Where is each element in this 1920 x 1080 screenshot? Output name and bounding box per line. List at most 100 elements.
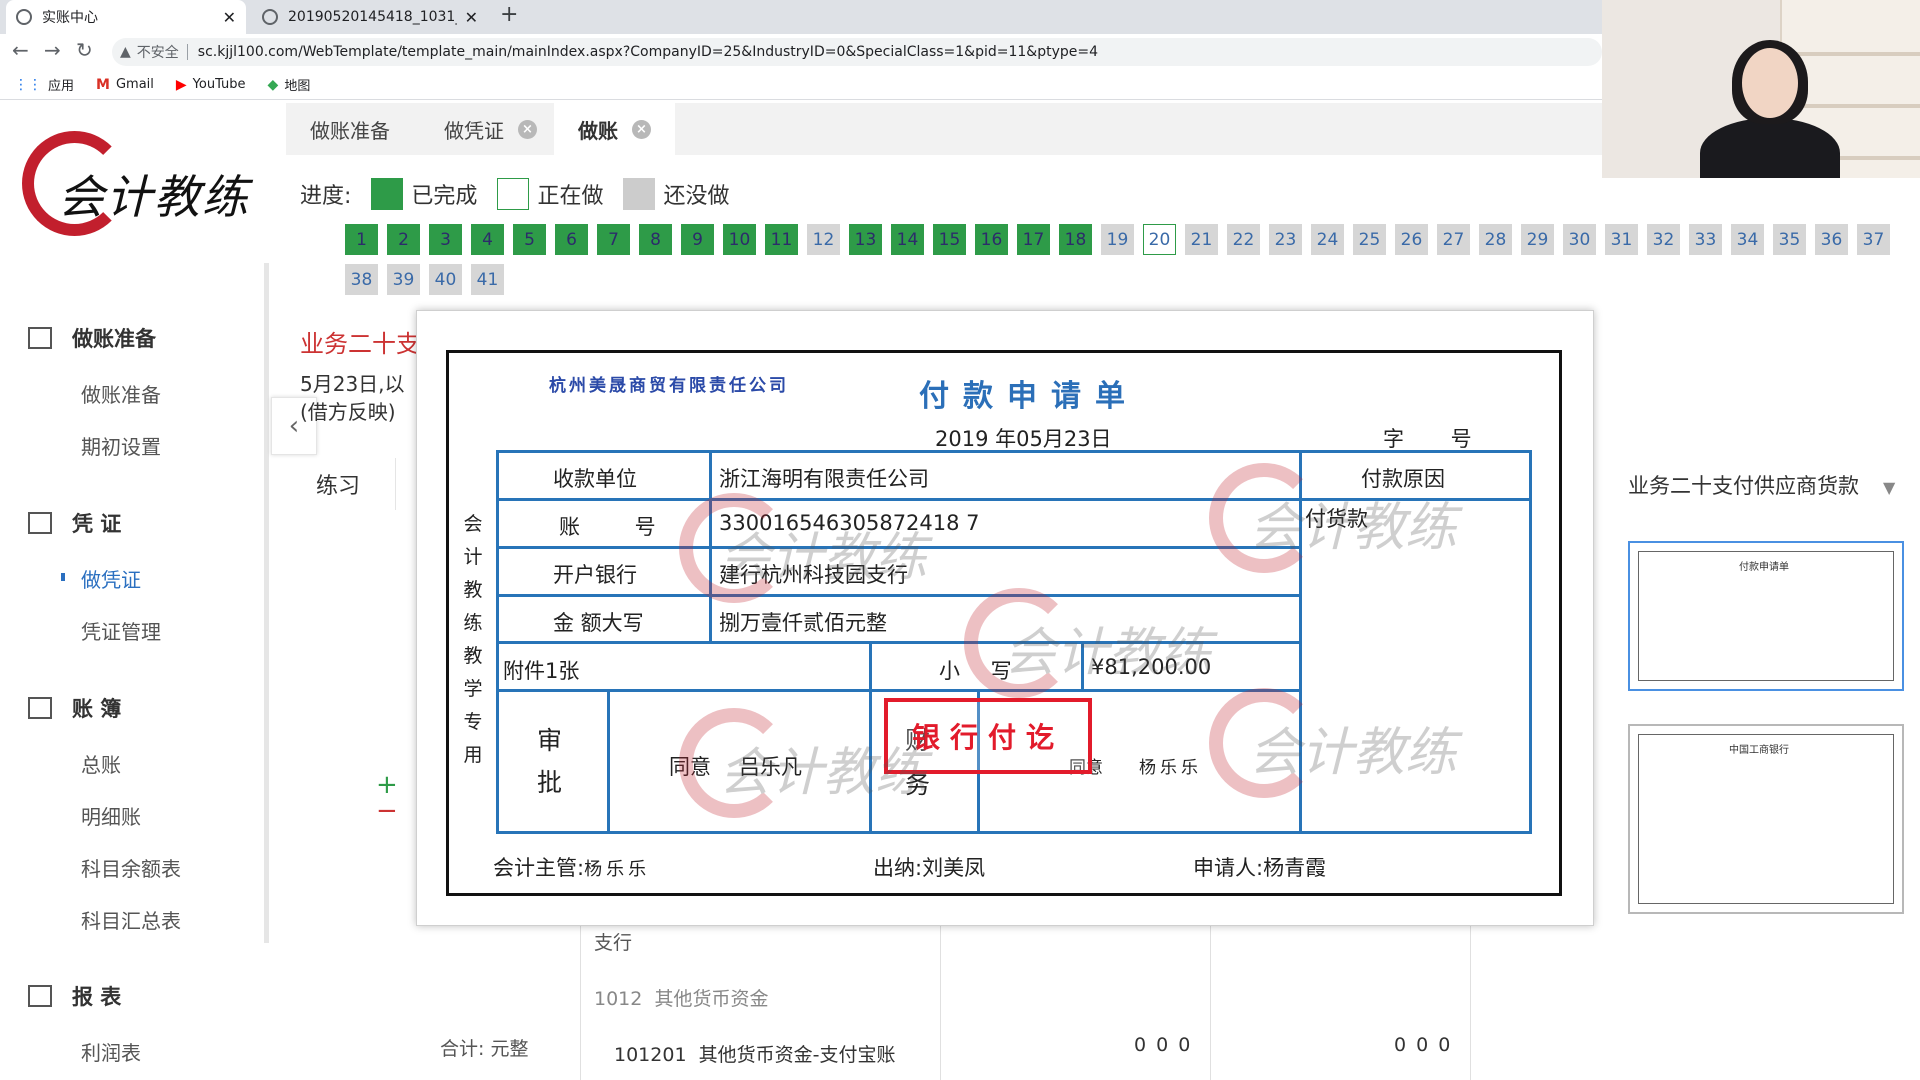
sidebar-item-profit[interactable]: 利润表 bbox=[81, 1037, 141, 1066]
progress-step[interactable]: 24 bbox=[1311, 224, 1344, 255]
close-icon[interactable]: × bbox=[518, 119, 537, 139]
progress-step[interactable]: 40 bbox=[429, 264, 462, 295]
progress-step[interactable]: 10 bbox=[723, 224, 756, 255]
approve-label: 审 bbox=[537, 726, 563, 755]
divider bbox=[186, 44, 188, 60]
attachment-thumbnail-bank[interactable]: 中国工商银行 bbox=[1628, 724, 1904, 914]
sidebar-item-voucher-mgmt[interactable]: 凭证管理 bbox=[81, 616, 161, 645]
progress-step[interactable]: 39 bbox=[387, 264, 420, 295]
progress-step[interactable]: 32 bbox=[1647, 224, 1680, 255]
progress-step[interactable]: 19 bbox=[1101, 224, 1134, 255]
progress-step[interactable]: 25 bbox=[1353, 224, 1386, 255]
sidebar-item-general-ledger[interactable]: 总账 bbox=[81, 749, 121, 778]
progress-step[interactable]: 21 bbox=[1185, 224, 1218, 255]
progress-step[interactable]: 18 bbox=[1059, 224, 1092, 255]
progress-step[interactable]: 28 bbox=[1479, 224, 1512, 255]
forward-arrow-icon[interactable]: → bbox=[44, 38, 61, 62]
progress-step[interactable]: 30 bbox=[1563, 224, 1596, 255]
progress-step[interactable]: 34 bbox=[1731, 224, 1764, 255]
progress-step[interactable]: 35 bbox=[1773, 224, 1806, 255]
sidebar-item-opening[interactable]: 期初设置 bbox=[81, 431, 161, 460]
progress-step[interactable]: 31 bbox=[1605, 224, 1638, 255]
new-tab-button[interactable]: + bbox=[500, 2, 518, 27]
tab-prep[interactable]: 做账准备 bbox=[286, 103, 414, 155]
progress-step[interactable]: 20 bbox=[1143, 224, 1176, 255]
account-code: 101201 bbox=[614, 1044, 687, 1066]
progress-step[interactable]: 26 bbox=[1395, 224, 1428, 255]
progress-step[interactable]: 5 bbox=[513, 224, 546, 255]
browser-tab-active[interactable]: 实账中心 ✕ bbox=[6, 0, 246, 34]
close-icon[interactable]: × bbox=[632, 119, 651, 139]
sidebar-section-ledger[interactable]: 账 簿 bbox=[28, 693, 121, 723]
progress-step[interactable]: 9 bbox=[681, 224, 714, 255]
progress-step[interactable]: 13 bbox=[849, 224, 882, 255]
thumbnail-image: 付款申请单 bbox=[1638, 551, 1894, 681]
progress-step[interactable]: 29 bbox=[1521, 224, 1554, 255]
calendar-icon bbox=[28, 697, 52, 719]
address-bar[interactable]: ▲ 不安全 sc.kjjl100.com/WebTemplate/templat… bbox=[112, 38, 1602, 66]
progress-step[interactable]: 7 bbox=[597, 224, 630, 255]
tab-bookkeeping[interactable]: 做账 × bbox=[554, 103, 675, 155]
tab-label: 做账 bbox=[578, 118, 618, 143]
progress-step[interactable]: 2 bbox=[387, 224, 420, 255]
url-text[interactable]: sc.kjjl100.com/WebTemplate/template_main… bbox=[198, 44, 1098, 60]
attachment-select[interactable]: 业务二十支付供应商货款 ▼ bbox=[1628, 470, 1895, 500]
table-cell[interactable]: 101201 其他货币资金-支付宝账 bbox=[614, 1040, 895, 1067]
close-icon[interactable]: ✕ bbox=[465, 8, 478, 27]
desc-line: (借方反映) bbox=[300, 400, 396, 424]
reason-label: 付款原因 bbox=[1361, 467, 1445, 491]
attachment-thumbnail-payment[interactable]: 付款申请单 bbox=[1628, 541, 1904, 691]
progress-step[interactable]: 11 bbox=[765, 224, 798, 255]
sidebar-item-summary[interactable]: 科目汇总表 bbox=[81, 905, 181, 934]
thumbnail-title: 付款申请单 bbox=[1739, 562, 1789, 573]
progress-step[interactable]: 36 bbox=[1815, 224, 1848, 255]
table-divider bbox=[1210, 920, 1211, 1080]
progress-step[interactable]: 33 bbox=[1689, 224, 1722, 255]
progress-step[interactable]: 17 bbox=[1017, 224, 1050, 255]
progress-step[interactable]: 4 bbox=[471, 224, 504, 255]
progress-step[interactable]: 6 bbox=[555, 224, 588, 255]
supervisor-name: 杨乐乐 bbox=[584, 859, 651, 880]
bank-value: 建行杭州科技园支行 bbox=[719, 563, 908, 587]
progress-step[interactable]: 22 bbox=[1227, 224, 1260, 255]
bookmark-gmail[interactable]: M Gmail bbox=[96, 77, 154, 93]
youtube-icon: ▶ bbox=[175, 76, 187, 93]
progress-step[interactable]: 14 bbox=[891, 224, 924, 255]
back-arrow-icon[interactable]: ← bbox=[12, 38, 29, 62]
progress-step[interactable]: 27 bbox=[1437, 224, 1470, 255]
practice-tab[interactable]: 练习 bbox=[296, 458, 396, 510]
sidebar-item-prep[interactable]: 做账准备 bbox=[81, 379, 161, 408]
grid-line bbox=[499, 689, 1299, 692]
sidebar-item-make-voucher[interactable]: 做凭证 bbox=[61, 564, 141, 593]
progress-step[interactable]: 37 bbox=[1857, 224, 1890, 255]
logo-text: 会计教练 bbox=[58, 170, 250, 224]
progress-step[interactable]: 41 bbox=[471, 264, 504, 295]
progress-step[interactable]: 38 bbox=[345, 264, 378, 295]
progress-step[interactable]: 3 bbox=[429, 224, 462, 255]
sidebar-scrollbar[interactable] bbox=[264, 263, 269, 943]
bookmark-youtube[interactable]: ▶ YouTube bbox=[176, 77, 246, 93]
progress-step[interactable]: 23 bbox=[1269, 224, 1302, 255]
sidebar-item-balance[interactable]: 科目余额表 bbox=[81, 853, 181, 882]
progress-step[interactable]: 12 bbox=[807, 224, 840, 255]
reload-icon[interactable]: ↻ bbox=[76, 38, 93, 62]
progress-step[interactable]: 16 bbox=[975, 224, 1008, 255]
progress-label: 进度: bbox=[300, 184, 352, 209]
tab-voucher[interactable]: 做凭证 × bbox=[420, 103, 561, 155]
progress-step[interactable]: 8 bbox=[639, 224, 672, 255]
browser-tab[interactable]: 20190520145418_1031_new.p ✕ bbox=[252, 0, 488, 34]
sidebar-section-report[interactable]: 报 表 bbox=[28, 981, 121, 1011]
progress-step[interactable]: 15 bbox=[933, 224, 966, 255]
progress-step[interactable]: 1 bbox=[345, 224, 378, 255]
voucher-image-popup[interactable]: 杭州美晟商贸有限责任公司 付款申请单 2019 年05月23日 字 号 会计教练… bbox=[416, 310, 1594, 926]
sidebar-section-prep[interactable]: 做账准备 bbox=[28, 323, 156, 353]
sidebar-item-detail-ledger[interactable]: 明细账 bbox=[81, 801, 141, 830]
sidebar-section-voucher[interactable]: 凭 证 bbox=[28, 508, 121, 538]
bookmark-maps[interactable]: ◆ 地图 bbox=[268, 75, 311, 95]
bookmark-apps[interactable]: ⋮⋮ 应用 bbox=[14, 75, 74, 95]
remove-row-icon[interactable]: − bbox=[376, 796, 398, 826]
grid-line bbox=[1081, 641, 1084, 689]
apps-grid-icon: ⋮⋮ bbox=[14, 76, 42, 93]
table-cell[interactable]: 1012 其他货币资金 bbox=[594, 984, 768, 1011]
close-icon[interactable]: ✕ bbox=[223, 8, 236, 27]
